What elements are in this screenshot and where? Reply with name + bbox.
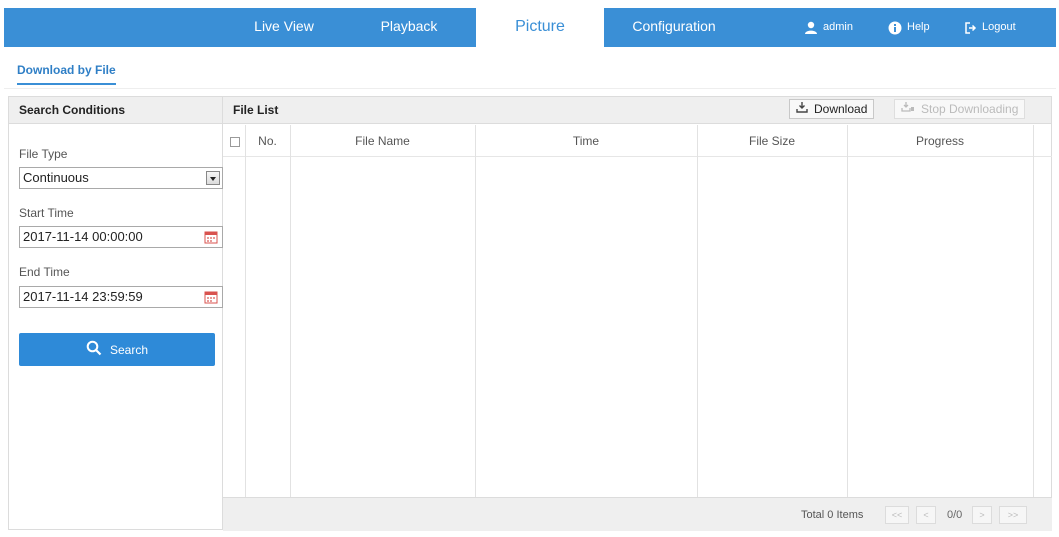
end-time-label: End Time <box>19 265 70 279</box>
subtab-divider <box>4 88 1056 89</box>
help-label: Help <box>907 21 930 33</box>
tab-live-view[interactable]: Live View <box>229 8 339 47</box>
column-divider <box>1033 125 1034 497</box>
search-conditions-title: Search Conditions <box>9 97 222 124</box>
calendar-icon[interactable] <box>204 290 218 304</box>
last-page-button[interactable]: >> <box>999 506 1027 524</box>
user-menu[interactable]: admin <box>804 8 853 47</box>
column-header-file-name: File Name <box>290 125 475 157</box>
calendar-icon[interactable] <box>204 230 218 244</box>
logout-label: Logout <box>982 21 1016 33</box>
search-button-label: Search <box>109 342 149 357</box>
prev-page-button[interactable]: < <box>916 506 936 524</box>
select-all-checkbox[interactable] <box>230 137 240 147</box>
column-header-no: No. <box>245 125 290 157</box>
file-list-panel: File List Download Stop Downloading No. … <box>223 96 1052 531</box>
column-header-spacer <box>1033 125 1052 157</box>
total-items-label: Total 0 Items <box>801 509 864 521</box>
stop-downloading-button[interactable]: Stop Downloading <box>894 99 1026 119</box>
column-divider <box>697 125 698 497</box>
logout-link[interactable]: Logout <box>965 8 1016 47</box>
tab-configuration[interactable]: Configuration <box>609 8 739 47</box>
column-divider <box>290 125 291 497</box>
file-type-select[interactable]: Continuous <box>19 167 223 189</box>
select-all-cell <box>223 125 245 157</box>
help-link[interactable]: Help <box>888 8 930 47</box>
stop-download-icon <box>901 100 915 118</box>
first-page-button[interactable]: << <box>885 506 909 524</box>
user-icon <box>804 21 818 35</box>
search-icon <box>86 340 102 359</box>
page-indicator: 0/0 <box>947 509 963 521</box>
search-conditions-panel: Search Conditions File Type Continuous S… <box>8 96 223 530</box>
info-icon <box>888 21 902 35</box>
file-table: No. File Name Time File Size Progress <box>223 125 1052 497</box>
column-divider <box>475 125 476 497</box>
username-label: admin <box>823 21 853 33</box>
column-divider <box>245 125 246 497</box>
file-list-header: File List Download Stop Downloading <box>223 97 1051 124</box>
start-time-value: 2017-11-14 00:00:00 <box>23 229 143 244</box>
file-type-value: Continuous <box>23 170 89 185</box>
download-icon <box>796 100 808 118</box>
tab-download-by-file[interactable]: Download by File <box>17 63 116 85</box>
logout-icon <box>965 21 977 34</box>
column-header-progress: Progress <box>847 125 1033 157</box>
end-time-input[interactable]: 2017-11-14 23:59:59 <box>19 286 223 308</box>
search-button[interactable]: Search <box>19 333 215 366</box>
file-list-title: File List <box>233 103 279 117</box>
download-label: Download <box>814 102 868 116</box>
end-time-value: 2017-11-14 23:59:59 <box>23 289 143 304</box>
tab-playback[interactable]: Playback <box>354 8 464 47</box>
start-time-input[interactable]: 2017-11-14 00:00:00 <box>19 226 223 248</box>
start-time-label: Start Time <box>19 206 74 220</box>
next-page-button[interactable]: > <box>972 506 992 524</box>
stop-downloading-label: Stop Downloading <box>921 102 1019 116</box>
column-header-file-size: File Size <box>697 125 847 157</box>
column-divider <box>847 125 848 497</box>
top-nav-bar: Live View Playback Picture Configuration… <box>4 8 1056 47</box>
table-footer: Total 0 Items << < 0/0 > >> <box>223 497 1052 531</box>
file-type-label: File Type <box>19 147 68 161</box>
chevron-down-icon[interactable] <box>206 171 220 185</box>
download-button[interactable]: Download <box>789 99 875 119</box>
tab-picture[interactable]: Picture <box>476 8 604 47</box>
column-header-time: Time <box>475 125 697 157</box>
